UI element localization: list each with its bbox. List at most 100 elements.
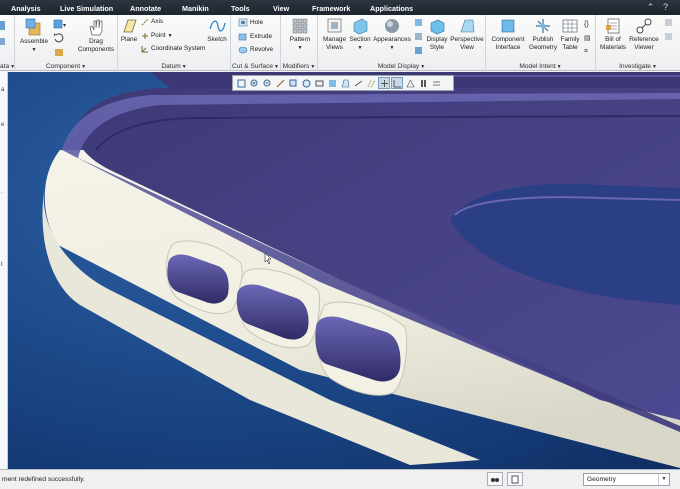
assemble-button[interactable]: Assemble ▼ <box>19 17 49 54</box>
svg-text:▾: ▾ <box>63 23 66 29</box>
perspective-view-icon <box>460 19 475 33</box>
menu-manikin[interactable]: Manikin <box>182 4 209 13</box>
tree-marker: · <box>1 190 3 196</box>
menu-live-simulation[interactable]: Live Simulation <box>60 4 113 13</box>
perspective-view-button[interactable]: Perspective View <box>450 17 484 52</box>
plane-button[interactable]: Plane <box>119 17 139 44</box>
package-icon[interactable] <box>53 46 65 58</box>
chevron-down-icon[interactable]: ▼ <box>658 474 669 485</box>
zoom-window-icon[interactable] <box>287 77 299 89</box>
orient-icon[interactable] <box>300 77 312 89</box>
datum-display-icon[interactable] <box>365 77 377 89</box>
selection-filter-value: Geometry <box>587 476 616 483</box>
assemble-icon <box>25 18 41 36</box>
refit-icon[interactable] <box>235 77 247 89</box>
ribbon: ata▼ Assemble ▼ ▾ Drag Components Componen… <box>0 15 680 71</box>
group-label-component[interactable]: Component▼ <box>15 63 117 70</box>
point-button[interactable]: Point ▼ <box>141 32 173 40</box>
extrude-icon <box>238 33 247 41</box>
model-tree-edge[interactable]: a e · t <box>0 72 8 469</box>
menu-annotate[interactable]: Annotate <box>130 4 161 13</box>
bill-of-materials-button[interactable]: Bill of Materials <box>598 17 628 52</box>
appearances-button[interactable]: Appearances ▼ <box>373 17 411 52</box>
zoom-in-icon[interactable] <box>248 77 260 89</box>
extrude-button[interactable]: Extrude <box>238 32 272 41</box>
component-interface-button[interactable]: Component Interface <box>489 17 527 52</box>
group-cut-surface: Hole Extrude Revolve Cut & Surface▼ <box>231 15 281 71</box>
manage-views-icon <box>327 18 341 33</box>
group-label-datum[interactable]: Datum▼ <box>118 63 230 70</box>
publish-geometry-button[interactable]: Publish Geometry <box>527 17 559 52</box>
group-label-cut-surface[interactable]: Cut & Surface▼ <box>231 63 280 70</box>
section-icon <box>353 18 368 35</box>
coordinate-system-button[interactable]: Coordinate System <box>141 45 205 53</box>
section-toolbar-icon[interactable] <box>352 77 364 89</box>
menu-analysis[interactable]: Analysis <box>11 4 41 13</box>
annotation-display-icon[interactable] <box>404 77 416 89</box>
display-style-toolbar-icon[interactable] <box>326 77 338 89</box>
menu-view[interactable]: View <box>273 4 289 13</box>
sketch-icon <box>209 20 226 32</box>
revolve-icon <box>238 46 248 54</box>
new-component-icon[interactable]: ▾ <box>53 18 67 30</box>
group-data: ata▼ <box>0 15 15 71</box>
group-model-intent: Component Interface Publish Geometry Famil… <box>486 15 596 71</box>
bill-of-materials-icon <box>606 18 620 34</box>
repaint-icon[interactable] <box>274 77 286 89</box>
axis-button[interactable]: Axis <box>141 18 163 26</box>
group-modifiers: Pattern ▼ Modifiers▼ <box>281 15 318 71</box>
reference-viewer-button[interactable]: Reference Viewer <box>628 17 660 52</box>
sketch-button[interactable]: Sketch <box>206 17 228 44</box>
reference-viewer-icon <box>636 18 652 34</box>
csys-display-icon[interactable] <box>391 77 403 89</box>
menu-framework[interactable]: Framework <box>312 4 350 13</box>
saved-views-icon[interactable] <box>313 77 325 89</box>
model-render <box>42 72 680 468</box>
plane-icon <box>123 19 137 33</box>
find-icon[interactable] <box>487 472 503 486</box>
minimize-ribbon-icon[interactable]: ⌃ <box>645 2 656 13</box>
help-icon[interactable]: ? <box>660 2 671 13</box>
family-table-button[interactable]: Family Table <box>559 17 581 52</box>
group-investigate: Bill of Materials Reference Viewer Investi… <box>596 15 680 71</box>
regenerate-icon[interactable] <box>53 32 65 44</box>
group-component: Assemble ▼ ▾ Drag Components Component▼ <box>15 15 118 71</box>
data-icon[interactable] <box>0 20 6 32</box>
point-icon <box>142 33 148 39</box>
group-label-data[interactable]: ata▼ <box>0 63 15 70</box>
section-button[interactable]: Section ▼ <box>348 17 372 52</box>
perspective-toolbar-icon[interactable] <box>339 77 351 89</box>
selection-icon[interactable] <box>507 472 523 486</box>
menu-tools[interactable]: Tools <box>231 4 250 13</box>
selection-filter-dropdown[interactable]: Geometry ▼ <box>583 473 670 486</box>
group-label-investigate[interactable]: Investigate▼ <box>596 63 680 70</box>
pattern-button[interactable]: Pattern ▼ <box>285 17 315 52</box>
status-message: ment redefined successfully. <box>2 476 85 483</box>
menu-applications[interactable]: Applications <box>370 4 413 13</box>
axis-display-icon[interactable] <box>378 77 390 89</box>
data-icon-2[interactable] <box>0 37 6 47</box>
coordinate-system-icon <box>141 46 148 53</box>
group-label-modifiers[interactable]: Modifiers▼ <box>281 63 317 70</box>
group-label-model-display[interactable]: Model Display▼ <box>318 63 485 70</box>
graphics-viewport[interactable] <box>8 72 680 469</box>
zoom-out-icon[interactable] <box>261 77 273 89</box>
hole-button[interactable]: Hole <box>238 18 263 27</box>
relations-icons[interactable]: {} ▤ ⌗ <box>583 18 593 56</box>
publish-geometry-icon <box>536 19 550 33</box>
group-model-display: Manage Views Section ▼ Appearances ▼ Displa… <box>318 15 486 71</box>
group-label-model-intent[interactable]: Model Intent▼ <box>486 63 595 70</box>
manage-views-button[interactable]: Manage Views <box>321 17 348 52</box>
pause-icon[interactable] <box>417 77 429 89</box>
menu-bar: Analysis Live Simulation Annotate Maniki… <box>0 0 680 15</box>
investigate-small-icons[interactable] <box>664 18 674 48</box>
status-icons <box>487 472 523 487</box>
display-small-icons[interactable] <box>414 18 424 56</box>
display-style-button[interactable]: Display Style <box>424 17 450 52</box>
drag-components-button[interactable]: Drag Components <box>77 17 115 54</box>
pattern-icon <box>292 18 308 34</box>
tree-marker: t <box>1 262 3 268</box>
group-datum: Plane Axis Point ▼ Coordinate System Sket… <box>118 15 231 71</box>
revolve-button[interactable]: Revolve <box>238 45 273 54</box>
spin-center-icon[interactable] <box>430 77 442 89</box>
